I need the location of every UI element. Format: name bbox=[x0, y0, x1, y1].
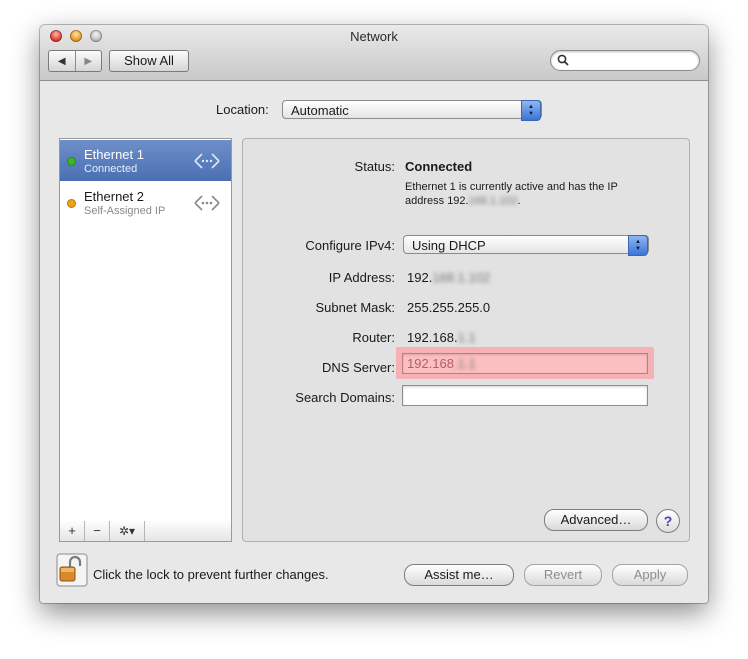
router-prefix: 192.168. bbox=[407, 330, 458, 345]
title-bar: Network ◀ ▶ Show All bbox=[40, 25, 708, 81]
router-label: Router: bbox=[352, 330, 395, 345]
subnet-mask-value: 255.255.255.0 bbox=[407, 300, 491, 315]
service-status: Self-Assigned IP bbox=[84, 205, 166, 217]
configure-ipv4-popup[interactable]: Using DHCP ▲ ▼ bbox=[403, 235, 649, 256]
service-list: Ethernet 1 Connected Ethernet 2 Self-Ass… bbox=[59, 138, 232, 522]
dns-server-prefix: 192.168 bbox=[407, 356, 454, 371]
add-service-button[interactable]: + bbox=[60, 521, 85, 541]
service-list-toolbar: + − ✲▾ bbox=[59, 521, 232, 542]
show-all-button[interactable]: Show All bbox=[109, 50, 189, 72]
configure-ipv4-value: Using DHCP bbox=[412, 238, 486, 253]
location-popup[interactable]: Automatic ▲ ▼ bbox=[282, 100, 542, 121]
help-button[interactable]: ? bbox=[656, 509, 680, 533]
apply-button[interactable]: Apply bbox=[612, 564, 688, 586]
configure-ipv4-label: Configure IPv4: bbox=[305, 238, 395, 253]
popup-arrows-icon: ▲ ▼ bbox=[521, 100, 541, 121]
search-domains-field[interactable] bbox=[402, 385, 648, 406]
ethernet-icon bbox=[194, 195, 220, 211]
lock-message: Click the lock to prevent further change… bbox=[93, 567, 329, 582]
status-indicator-icon bbox=[67, 157, 76, 166]
service-item-ethernet-1[interactable]: Ethernet 1 Connected bbox=[60, 140, 231, 181]
status-value-top: Connected bbox=[405, 159, 473, 174]
status-indicator-icon bbox=[67, 199, 76, 208]
service-status: Connected bbox=[84, 163, 138, 175]
ethernet-icon bbox=[194, 153, 220, 169]
redacted-ip: 168.1.102 bbox=[432, 270, 491, 285]
action-menu-button[interactable]: ✲▾ bbox=[110, 521, 145, 541]
remove-service-button[interactable]: − bbox=[85, 521, 110, 541]
search-input[interactable] bbox=[550, 50, 700, 71]
location-value: Automatic bbox=[291, 103, 349, 118]
status-description-top: Ethernet 1 is currently active and has t… bbox=[405, 180, 655, 208]
back-button[interactable]: ◀ bbox=[49, 51, 75, 71]
subnet-mask-label: Subnet Mask: bbox=[315, 300, 396, 315]
dns-server-field[interactable]: 192.168.1.1 bbox=[402, 353, 648, 374]
ip-address-label: IP Address: bbox=[328, 270, 395, 285]
router-value: 192.168.1.1 bbox=[407, 330, 476, 345]
ip-address-value: 192.168.1.102 bbox=[407, 270, 490, 285]
network-preferences-window: Network ◀ ▶ Show All Location: Automatic… bbox=[40, 25, 708, 603]
back-forward-control: ◀ ▶ bbox=[48, 50, 102, 72]
service-name: Ethernet 1 bbox=[84, 147, 144, 162]
redacted-ip: 1.1 bbox=[457, 330, 476, 345]
assist-me-button[interactable]: Assist me… bbox=[404, 564, 514, 586]
service-item-ethernet-2[interactable]: Ethernet 2 Self-Assigned IP bbox=[60, 182, 231, 223]
popup-arrows-icon: ▲ ▼ bbox=[628, 235, 648, 256]
lock-icon[interactable] bbox=[56, 553, 88, 587]
search-icon bbox=[557, 54, 569, 66]
window-title: Network bbox=[350, 29, 398, 44]
forward-button[interactable]: ▶ bbox=[74, 51, 102, 71]
status-label-top: Status: bbox=[354, 159, 395, 174]
ip-address-prefix: 192. bbox=[407, 270, 433, 285]
status-description-end: . bbox=[517, 195, 521, 207]
advanced-button[interactable]: Advanced… bbox=[544, 509, 648, 531]
dns-server-label: DNS Server: bbox=[322, 360, 395, 375]
location-label: Location: bbox=[216, 102, 269, 117]
service-name: Ethernet 2 bbox=[84, 189, 144, 204]
redacted-ip: .1.1 bbox=[454, 356, 476, 371]
search-domains-label: Search Domains: bbox=[295, 390, 395, 405]
revert-button[interactable]: Revert bbox=[524, 564, 602, 586]
redacted-ip: 168.1.102 bbox=[468, 195, 518, 207]
